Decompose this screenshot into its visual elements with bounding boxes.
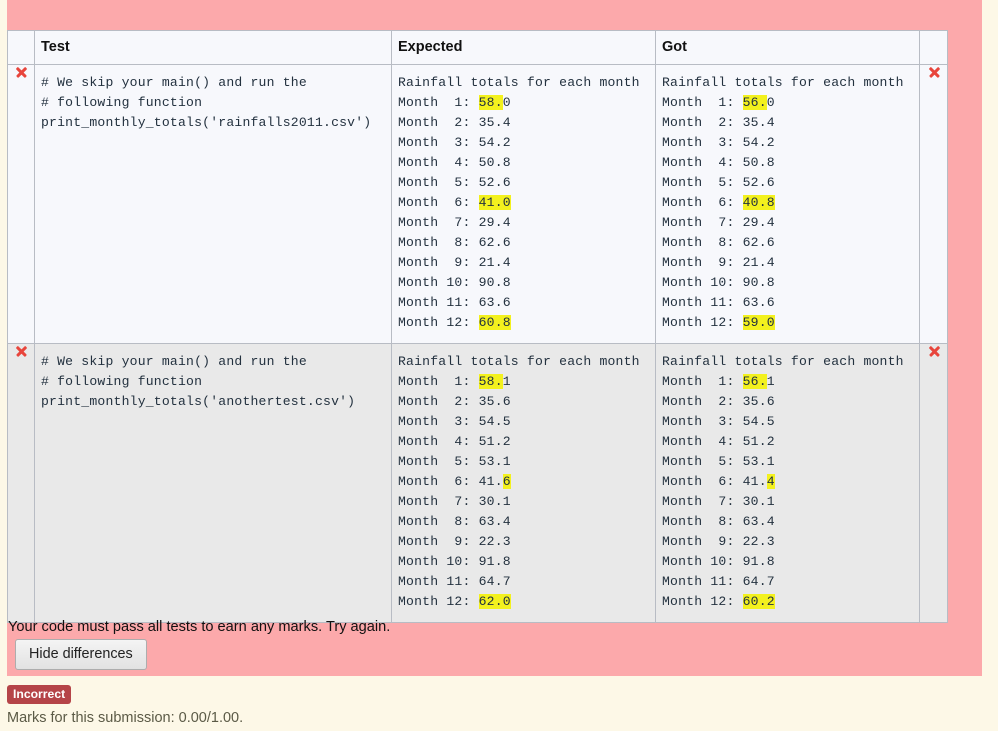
test-code-cell: # We skip your main() and run the # foll… <box>34 64 392 344</box>
got-output-cell: Rainfall totals for each month Month 1: … <box>655 343 920 623</box>
test-result-mark-left <box>7 343 35 623</box>
diff-highlight: 58. <box>478 95 503 110</box>
diff-highlight: 56. <box>742 374 767 389</box>
test-results-table: Test Expected Got # We skip your main() … <box>7 30 948 623</box>
cross-icon <box>927 65 941 81</box>
column-header-expected: Expected <box>391 30 656 65</box>
diff-highlight: 62.0 <box>478 594 511 609</box>
expected-output: Rainfall totals for each month Month 1: … <box>398 354 640 609</box>
diff-highlight: 56. <box>742 95 767 110</box>
header-row: Test Expected Got <box>7 30 948 65</box>
table-row: # We skip your main() and run the # foll… <box>7 343 948 623</box>
status-badge: Incorrect <box>7 685 72 705</box>
got-output-cell: Rainfall totals for each month Month 1: … <box>655 64 920 344</box>
diff-highlight: 4 <box>766 474 775 489</box>
column-header-test: Test <box>34 30 392 65</box>
hide-differences-button[interactable]: Hide differences <box>15 639 147 670</box>
cross-icon <box>927 344 941 360</box>
grade-area: Incorrect Marks for this submission: 0.0… <box>7 685 982 726</box>
page-root: Test Expected Got # We skip your main() … <box>0 0 998 731</box>
expected-output: Rainfall totals for each month Month 1: … <box>398 75 640 330</box>
table-body: # We skip your main() and run the # foll… <box>7 64 948 623</box>
diff-highlight: 6 <box>502 474 511 489</box>
test-result-mark-right <box>919 64 948 344</box>
got-output: Rainfall totals for each month Month 1: … <box>662 354 904 609</box>
column-header-mark-left <box>7 30 35 65</box>
test-code: # We skip your main() and run the # foll… <box>41 75 372 130</box>
expected-output-cell: Rainfall totals for each month Month 1: … <box>391 343 656 623</box>
diff-highlight: 40.8 <box>742 195 775 210</box>
cross-icon <box>14 344 28 360</box>
got-output: Rainfall totals for each month Month 1: … <box>662 75 904 330</box>
table-header: Test Expected Got <box>7 30 948 65</box>
column-header-got: Got <box>655 30 920 65</box>
column-header-mark-right <box>919 30 948 65</box>
cross-icon <box>14 65 28 81</box>
diff-highlight: 60.8 <box>478 315 511 330</box>
diff-highlight: 60.2 <box>742 594 775 609</box>
feedback-message: Your code must pass all tests to earn an… <box>8 619 391 635</box>
test-feedback-panel: Test Expected Got # We skip your main() … <box>7 0 982 676</box>
test-code-cell: # We skip your main() and run the # foll… <box>34 343 392 623</box>
table-row: # We skip your main() and run the # foll… <box>7 64 948 344</box>
diff-highlight: 59.0 <box>742 315 775 330</box>
test-result-mark-right <box>919 343 948 623</box>
test-result-mark-left <box>7 64 35 344</box>
test-code: # We skip your main() and run the # foll… <box>41 354 356 409</box>
diff-highlight: 41.0 <box>478 195 511 210</box>
expected-output-cell: Rainfall totals for each month Month 1: … <box>391 64 656 344</box>
diff-highlight: 58. <box>478 374 503 389</box>
marks-text: Marks for this submission: 0.00/1.00. <box>7 710 244 727</box>
